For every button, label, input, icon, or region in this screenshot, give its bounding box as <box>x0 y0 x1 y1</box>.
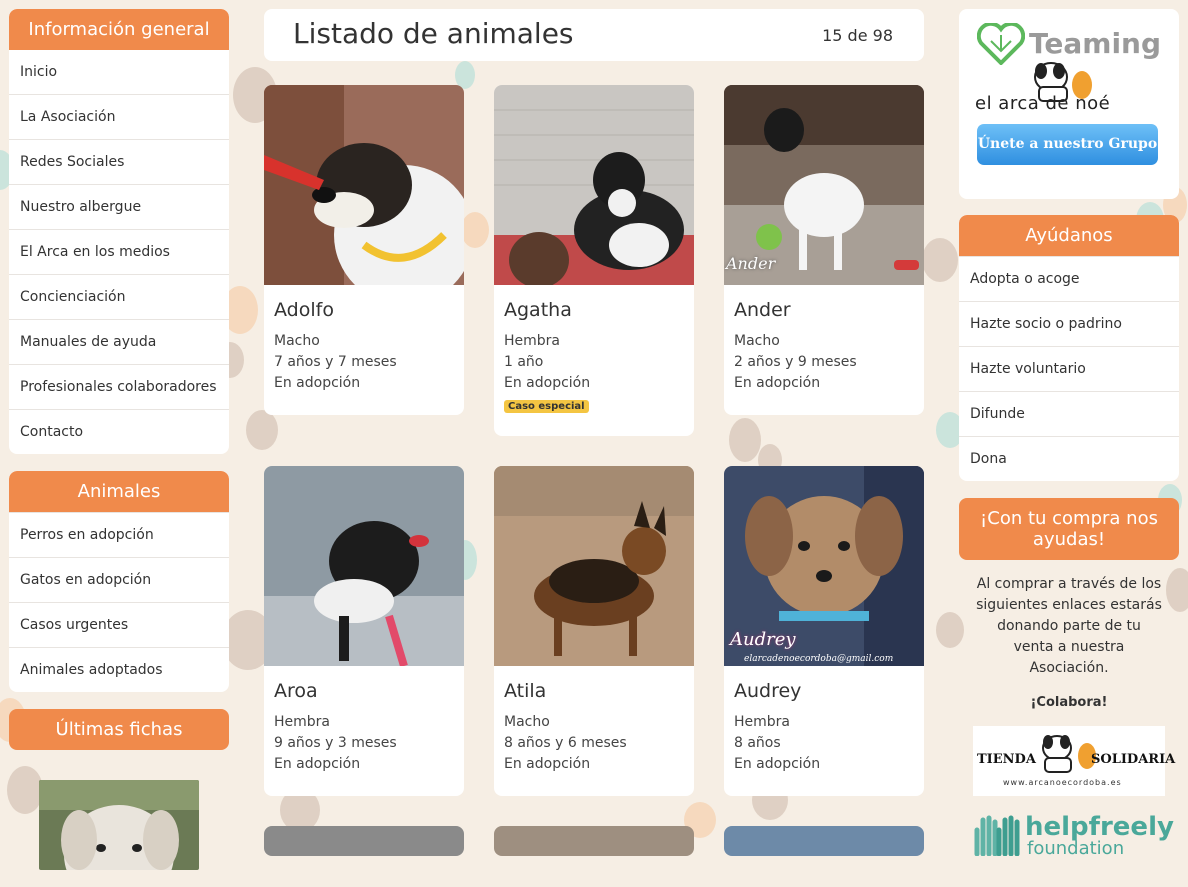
tienda-solidaria-link[interactable]: TIENDA SOLIDARIA www.arcanoecordoba.es <box>973 726 1175 796</box>
tienda-url: www.arcanoecordoba.es <box>1003 778 1122 787</box>
animal-photo <box>494 466 694 666</box>
recent-entries: Últimas fichas <box>9 709 229 870</box>
animal-photo: Audrey elarcadenoecordoba@gmail.com <box>724 466 924 666</box>
animal-name: Atila <box>504 680 547 702</box>
listing-header: Listado de animales 15 de 98 <box>264 9 924 61</box>
teaming-logo-text: Teaming <box>1029 27 1162 60</box>
animal-age: 1 año <box>504 354 544 370</box>
animal-age: 7 años y 7 meses <box>274 354 397 370</box>
menu-item-gatos[interactable]: Gatos en adopción <box>9 557 229 602</box>
shop-description: Al comprar a través de los siguientes en… <box>976 576 1162 676</box>
animal-sex: Macho <box>274 333 320 349</box>
menu-item-albergue[interactable]: Nuestro albergue <box>9 184 229 229</box>
audrey-photo-watermark: Audrey <box>730 629 796 650</box>
menu-item-voluntario[interactable]: Hazte voluntario <box>959 346 1179 391</box>
animal-card[interactable]: Atila Macho 8 años y 6 meses En adopción <box>494 466 694 796</box>
menu-item-socio[interactable]: Hazte socio o padrino <box>959 301 1179 346</box>
animals-menu: Animales Perros en adopción Gatos en ado… <box>9 471 229 692</box>
general-info-list: Inicio La Asociación Redes Sociales Nues… <box>9 50 229 454</box>
menu-item-redes-sociales[interactable]: Redes Sociales <box>9 139 229 184</box>
animal-sex: Macho <box>734 333 780 349</box>
animal-status: En adopción <box>734 375 821 391</box>
animal-status: En adopción <box>274 375 361 391</box>
animal-card[interactable]: Aroa Hembra 9 años y 3 meses En adopción <box>264 466 464 796</box>
animal-sex: Hembra <box>504 333 560 349</box>
animal-sex: Hembra <box>734 714 790 730</box>
right-sidebar: Teaming el arca de noé Únete a nuestro G… <box>959 9 1179 864</box>
menu-item-difunde[interactable]: Difunde <box>959 391 1179 436</box>
arca-org-text: el arca de noé <box>975 93 1111 114</box>
animal-status: En adopción <box>734 756 821 772</box>
animals-heading: Animales <box>9 471 229 512</box>
help-heading: Ayúdanos <box>959 215 1179 256</box>
colabora-label: ¡Colabora! <box>1030 695 1108 710</box>
animal-photo <box>264 85 464 285</box>
general-info-menu: Información general Inicio La Asociación… <box>9 9 229 454</box>
animal-status: En adopción <box>504 756 591 772</box>
page-title: Listado de animales <box>293 17 574 50</box>
audrey-photo-email: elarcadenoecordoba@gmail.com <box>744 654 894 664</box>
menu-item-asociacion[interactable]: La Asociación <box>9 94 229 139</box>
result-count: 15 de 98 <box>822 26 893 45</box>
help-menu: Ayúdanos Adopta o acoge Hazte socio o pa… <box>959 215 1179 481</box>
menu-item-dona[interactable]: Dona <box>959 436 1179 481</box>
ander-photo-watermark: Ander <box>726 254 776 273</box>
heart-logo-icon <box>976 21 1026 69</box>
animal-status: En adopción <box>274 756 361 772</box>
general-info-heading: Información general <box>9 9 229 50</box>
shop-heading: ¡Con tu compra nos ayudas! <box>959 498 1179 560</box>
teaming-widget: Teaming el arca de noé Únete a nuestro G… <box>959 9 1179 199</box>
menu-item-inicio[interactable]: Inicio <box>9 50 229 94</box>
animal-photo <box>494 85 694 285</box>
animal-name: Adolfo <box>274 299 334 321</box>
animal-name: Agatha <box>504 299 572 321</box>
helpfreely-link[interactable]: helpfreely foundation <box>973 812 1179 864</box>
tienda-left-text: TIENDA <box>977 752 1036 767</box>
menu-item-medios[interactable]: El Arca en los medios <box>9 229 229 274</box>
menu-item-manuales[interactable]: Manuales de ayuda <box>9 319 229 364</box>
animal-card[interactable]: Agatha Hembra 1 año En adopción Caso esp… <box>494 85 694 436</box>
animal-name: Aroa <box>274 680 318 702</box>
animal-card[interactable] <box>264 826 464 856</box>
helpfreely-hands-icon <box>973 814 1021 860</box>
animal-photo <box>264 466 464 666</box>
animal-age: 9 años y 3 meses <box>274 735 397 751</box>
foundation-text: foundation <box>1027 838 1125 859</box>
animal-age: 8 años <box>734 735 781 751</box>
shop-section: ¡Con tu compra nos ayudas! Al comprar a … <box>959 498 1179 864</box>
join-group-button[interactable]: Únete a nuestro Grupo <box>977 124 1158 165</box>
animal-photo: Ander <box>724 85 924 285</box>
recent-entries-heading: Últimas fichas <box>9 709 229 750</box>
animal-name: Audrey <box>734 680 802 702</box>
animal-name: Ander <box>734 299 791 321</box>
animal-card[interactable] <box>494 826 694 856</box>
animal-sex: Macho <box>504 714 550 730</box>
menu-item-urgentes[interactable]: Casos urgentes <box>9 602 229 647</box>
animal-sex: Hembra <box>274 714 330 730</box>
left-sidebar: Información general Inicio La Asociación… <box>9 9 229 887</box>
animal-age: 8 años y 6 meses <box>504 735 627 751</box>
animal-status: En adopción <box>504 375 591 391</box>
main-content: Listado de animales 15 de 98 Adolfo Mach… <box>264 9 924 856</box>
animal-card[interactable]: Ander Ander Macho 2 años y 9 meses En ad… <box>724 85 924 415</box>
menu-item-perros[interactable]: Perros en adopción <box>9 512 229 557</box>
animal-card[interactable]: Adolfo Macho 7 años y 7 meses En adopció… <box>264 85 464 415</box>
menu-item-contacto[interactable]: Contacto <box>9 409 229 454</box>
menu-item-profesionales[interactable]: Profesionales colaboradores <box>9 364 229 409</box>
menu-item-concienciacion[interactable]: Concienciación <box>9 274 229 319</box>
special-case-badge: Caso especial <box>504 400 589 413</box>
tienda-right-text: SOLIDARIA <box>1091 752 1176 767</box>
animal-card[interactable] <box>724 826 924 856</box>
menu-item-adopta[interactable]: Adopta o acoge <box>959 256 1179 301</box>
menu-item-adoptados[interactable]: Animales adoptados <box>9 647 229 692</box>
animal-card[interactable]: Audrey elarcadenoecordoba@gmail.com Audr… <box>724 466 924 796</box>
recent-entry-photo[interactable] <box>39 780 199 870</box>
animal-age: 2 años y 9 meses <box>734 354 857 370</box>
